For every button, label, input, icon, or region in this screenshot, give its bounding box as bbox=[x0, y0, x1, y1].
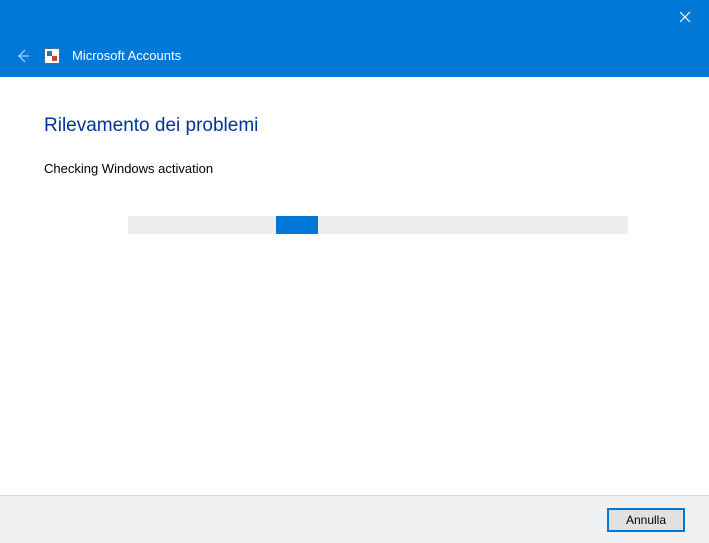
content-area: Rilevamento dei problemi Checking Window… bbox=[0, 77, 709, 495]
progress-bar bbox=[128, 216, 628, 234]
cancel-button[interactable]: Annulla bbox=[607, 508, 685, 532]
status-text: Checking Windows activation bbox=[44, 161, 665, 176]
app-title: Microsoft Accounts bbox=[72, 48, 181, 63]
microsoft-accounts-icon bbox=[44, 48, 60, 64]
close-icon[interactable] bbox=[675, 7, 695, 27]
back-arrow-icon[interactable] bbox=[14, 47, 32, 65]
titlebar bbox=[0, 0, 709, 34]
page-heading: Rilevamento dei problemi bbox=[44, 115, 665, 137]
footer-bar: Annulla bbox=[0, 495, 709, 543]
header-bar: Microsoft Accounts bbox=[0, 34, 709, 77]
progress-indicator bbox=[276, 216, 318, 234]
